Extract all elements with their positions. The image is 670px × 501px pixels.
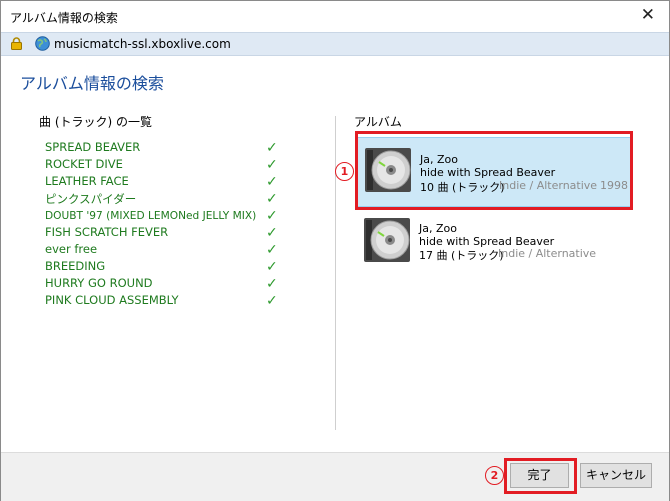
list-item: DOUBT '97 (MIXED LEMONed JELLY MIX) ✓ bbox=[45, 208, 285, 225]
annotation-box-album bbox=[355, 131, 633, 210]
cd-icon bbox=[364, 218, 410, 262]
list-item: ピンクスパイダー ✓ bbox=[45, 191, 285, 208]
track-title: PINK CLOUD ASSEMBLY bbox=[45, 293, 179, 307]
check-icon: ✓ bbox=[266, 174, 278, 190]
globe-icon bbox=[35, 36, 50, 51]
check-icon: ✓ bbox=[266, 259, 278, 275]
album-search-dialog: アルバム情報の検索 ✕ musicmatch-ssl.xboxlive.com … bbox=[0, 0, 670, 501]
track-title: ever free bbox=[45, 242, 98, 256]
album-artist: Ja, Zoo bbox=[419, 222, 457, 235]
check-icon: ✓ bbox=[266, 208, 278, 224]
url-text: musicmatch-ssl.xboxlive.com bbox=[54, 37, 231, 51]
track-title: ピンクスパイダー bbox=[45, 192, 137, 206]
list-item: ROCKET DIVE ✓ bbox=[45, 157, 285, 174]
list-item: ever free ✓ bbox=[45, 242, 285, 259]
window-title: アルバム情報の検索 bbox=[10, 11, 118, 25]
check-icon: ✓ bbox=[266, 242, 278, 258]
track-title: LEATHER FACE bbox=[45, 174, 129, 188]
track-title: ROCKET DIVE bbox=[45, 157, 123, 171]
list-item: SPREAD BEAVER ✓ bbox=[45, 140, 285, 157]
check-icon: ✓ bbox=[266, 293, 278, 309]
check-icon: ✓ bbox=[266, 157, 278, 173]
annotation-badge-2: 2 bbox=[485, 466, 504, 485]
track-list: SPREAD BEAVER ✓ ROCKET DIVE ✓ LEATHER FACE… bbox=[45, 140, 285, 310]
list-item: HURRY GO ROUND ✓ bbox=[45, 276, 285, 293]
albums-label: アルバム bbox=[354, 115, 402, 129]
check-icon: ✓ bbox=[266, 276, 278, 292]
check-icon: ✓ bbox=[266, 140, 278, 156]
list-item: BREEDING ✓ bbox=[45, 259, 285, 276]
track-title: HURRY GO ROUND bbox=[45, 276, 153, 290]
track-title: DOUBT '97 (MIXED LEMONed JELLY MIX) bbox=[45, 210, 257, 222]
column-divider bbox=[335, 116, 336, 430]
check-icon: ✓ bbox=[266, 225, 278, 241]
track-title: FISH SCRATCH FEVER bbox=[45, 225, 169, 239]
album-item[interactable]: Ja, Zoo hide with Spread Beaver 17 曲 (トラ… bbox=[357, 208, 629, 276]
close-icon[interactable]: ✕ bbox=[641, 5, 655, 25]
check-icon: ✓ bbox=[266, 191, 278, 207]
track-title: BREEDING bbox=[45, 259, 106, 273]
cancel-button[interactable]: キャンセル bbox=[580, 463, 652, 488]
annotation-badge-1: 1 bbox=[335, 162, 354, 181]
page-title: アルバム情報の検索 bbox=[20, 74, 164, 93]
address-bar: musicmatch-ssl.xboxlive.com bbox=[1, 32, 669, 56]
list-item: PINK CLOUD ASSEMBLY ✓ bbox=[45, 293, 285, 310]
list-item: LEATHER FACE ✓ bbox=[45, 174, 285, 191]
lock-icon bbox=[11, 37, 22, 50]
track-title: SPREAD BEAVER bbox=[45, 140, 141, 154]
done-button[interactable]: 完了 bbox=[510, 463, 569, 488]
list-item: FISH SCRATCH FEVER ✓ bbox=[45, 225, 285, 242]
album-genre: Indie / Alternative bbox=[498, 247, 597, 260]
tracks-label: 曲 (トラック) の一覧 bbox=[39, 115, 152, 129]
album-track-count: 17 曲 (トラック) bbox=[419, 249, 504, 262]
title-bar: アルバム情報の検索 ✕ bbox=[1, 1, 669, 32]
